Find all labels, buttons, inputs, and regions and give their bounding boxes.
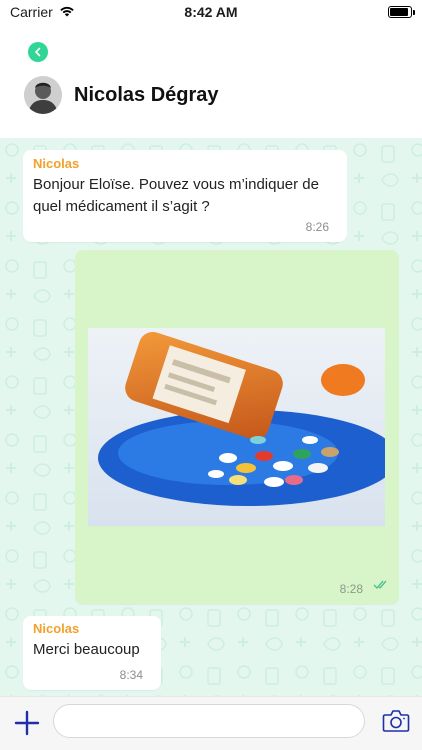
- plus-icon: [14, 710, 40, 736]
- back-button[interactable]: [28, 42, 48, 62]
- status-bar: Carrier 8:42 AM: [0, 0, 422, 24]
- message-text: Bonjour Eloïse. Pouvez vous m’indiquer d…: [33, 176, 319, 215]
- avatar[interactable]: [24, 76, 62, 114]
- chevron-left-icon: [34, 47, 41, 57]
- read-receipt-icon: [373, 577, 391, 595]
- carrier-label: Carrier: [10, 4, 53, 20]
- contact-name: Nicolas Dégray: [74, 83, 219, 106]
- message-image[interactable]: [88, 328, 385, 526]
- contact-header[interactable]: Nicolas Dégray: [24, 76, 219, 114]
- message-time: 8:28: [339, 582, 363, 596]
- add-attachment-button[interactable]: [14, 710, 40, 736]
- chat-area[interactable]: Nicolas Bonjour Eloïse. Pouvez vous m’in…: [0, 138, 422, 696]
- wifi-icon: [59, 4, 75, 20]
- message-input-bar: [0, 696, 422, 750]
- message-bubble-incoming[interactable]: Nicolas Merci beaucoup 8:34: [23, 616, 161, 690]
- sender-name: Nicolas: [33, 156, 80, 171]
- message-text: Merci beaucoup: [33, 641, 140, 658]
- status-left: Carrier: [10, 4, 75, 20]
- camera-icon: [382, 710, 410, 732]
- message-time: 8:26: [305, 220, 329, 234]
- message-bubble-outgoing-image[interactable]: 8:28: [75, 250, 399, 604]
- message-input[interactable]: [53, 704, 365, 738]
- camera-button[interactable]: [382, 709, 410, 733]
- message-time: 8:34: [119, 668, 143, 682]
- message-bubble-incoming[interactable]: Nicolas Bonjour Eloïse. Pouvez vous m’in…: [23, 150, 347, 242]
- battery-icon: [388, 6, 415, 18]
- battery-level: [390, 8, 408, 16]
- sender-name: Nicolas: [33, 621, 80, 636]
